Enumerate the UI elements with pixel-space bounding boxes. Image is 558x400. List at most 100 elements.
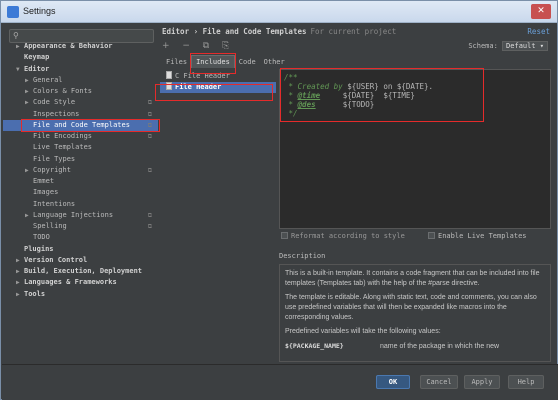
sidebar-item-label: Plugins [24, 244, 54, 253]
sidebar-item[interactable]: ▶ Colors & Fonts [3, 86, 158, 97]
tab-includes[interactable]: Includes [191, 55, 235, 68]
breadcrumb-text: Editor › File and Code Templates [162, 27, 307, 36]
template-editor[interactable]: /** * Created by ${USER} on ${DATE}. * @… [279, 69, 551, 229]
chevron-right-icon[interactable]: ▶ [16, 266, 24, 277]
template-item[interactable]: C File Header [160, 71, 276, 82]
sidebar-item-label: File and Code Templates [33, 120, 130, 129]
sidebar-item[interactable]: ▼ Editor [3, 64, 158, 75]
template-item[interactable]: File Header [160, 82, 276, 93]
file-icon [166, 82, 172, 90]
sidebar-item[interactable]: Live Templates [3, 142, 158, 153]
chevron-right-icon[interactable]: ▶ [25, 75, 33, 86]
sidebar-item[interactable]: Emmet [3, 176, 158, 187]
project-settings-icon: ⧉ [147, 166, 152, 174]
settings-sidebar: ⚲ ▶ Appearance & Behavior Keymap ▼ Editor ▶ Ge… [3, 24, 158, 364]
sidebar-item-label: Languages & Frameworks [24, 278, 117, 287]
sidebar-item[interactable]: TODO [3, 232, 158, 243]
tab-files[interactable]: Files [162, 56, 191, 69]
code-line: /** [280, 73, 550, 82]
search-icon: ⚲ [13, 31, 19, 40]
description-p2: The template is editable. Along with sta… [285, 294, 537, 321]
code-line: */ [280, 109, 550, 118]
sidebar-item[interactable]: Keymap [3, 52, 158, 63]
sidebar-item[interactable]: Intentions [3, 199, 158, 210]
cancel-button[interactable]: Cancel [420, 375, 458, 389]
sidebar-item[interactable]: ▶ Language Injections ⧉ [3, 210, 158, 221]
chevron-right-icon[interactable]: ▶ [16, 289, 24, 300]
sidebar-item[interactable]: ▶ Build, Execution, Deployment [3, 266, 158, 277]
sidebar-item[interactable]: File and Code Templates ⧉ [3, 119, 158, 131]
chevron-right-icon[interactable]: ▶ [16, 255, 24, 266]
sidebar-item[interactable]: Images [3, 187, 158, 198]
schema-value: Default [506, 42, 536, 50]
tab-code[interactable]: Code [235, 56, 260, 69]
sidebar-item[interactable]: Spelling ⧉ [3, 221, 158, 232]
sidebar-item[interactable]: Plugins [3, 244, 158, 255]
sidebar-item-label: Appearance & Behavior [24, 42, 113, 50]
sidebar-item[interactable]: ▶ Appearance & Behavior [3, 41, 158, 52]
app-icon [7, 6, 19, 18]
template-variable: ${TODO} [315, 100, 375, 109]
reformat-checkbox[interactable]: Reformat according to style [281, 232, 405, 240]
template-label: File Header [175, 83, 222, 91]
live-templates-checkbox[interactable]: Enable Live Templates [428, 232, 527, 240]
code-text: * [284, 91, 298, 100]
sidebar-item[interactable]: ▶ Version Control [3, 255, 158, 266]
schema-selector: Schema: Default ▾ [468, 41, 548, 51]
dialog-buttons: OK Cancel Apply Help [2, 364, 558, 400]
close-button[interactable]: ✕ [531, 4, 551, 19]
settings-window: Settings ✕ ⚲ ▶ Appearance & Behavior Keyma… [0, 0, 558, 400]
title-bar: Settings ✕ [1, 1, 557, 23]
chevron-right-icon[interactable]: ▶ [16, 277, 24, 288]
chevron-right-icon[interactable]: ▶ [25, 210, 33, 221]
breadcrumb: Editor › File and Code Templates For curr… [162, 27, 396, 36]
chevron-right-icon[interactable]: ▶ [16, 41, 24, 52]
file-icon [166, 71, 172, 79]
sidebar-item-label: File Types [33, 154, 76, 163]
template-tabs: Files Includes Code Other [162, 55, 289, 68]
reset-link[interactable]: Reset [527, 27, 550, 36]
sidebar-item-label: File Encodings [33, 132, 93, 140]
tab-other[interactable]: Other [260, 56, 289, 69]
template-variable: ${DATE} ${TIME} [320, 91, 415, 100]
ok-button[interactable]: OK [376, 375, 410, 389]
description-p3: Predefined variables will take the follo… [285, 328, 441, 335]
sidebar-item[interactable]: ▶ Copyright ⧉ [3, 165, 158, 176]
apply-button[interactable]: Apply [464, 375, 500, 389]
window-title: Settings [23, 6, 56, 16]
template-toolbar[interactable]: + − ⧉ ⎘ [162, 41, 234, 51]
sidebar-item[interactable]: Inspections ⧉ [3, 109, 158, 120]
template-options: Reformat according to style Enable Live … [281, 232, 527, 240]
variable-desc: name of the package in which the new [380, 343, 500, 350]
sidebar-item-label: Colors & Fonts [33, 87, 93, 95]
variable-row: ${PACKAGE_NAME} name of the package in wh… [285, 341, 545, 352]
chevron-right-icon[interactable]: ▶ [25, 86, 33, 97]
code-line: * @time ${DATE} ${TIME} [280, 91, 550, 100]
chevron-right-icon[interactable]: ▶ [25, 165, 33, 176]
live-templates-label: Enable Live Templates [438, 232, 527, 240]
sidebar-item[interactable]: ▶ General [3, 75, 158, 86]
sidebar-item[interactable]: File Encodings ⧉ [3, 131, 158, 142]
template-variable: ${USER} on ${DATE}. [347, 82, 434, 91]
sidebar-item[interactable]: ▶ Tools [3, 289, 158, 300]
code-text: /** [284, 73, 298, 82]
sidebar-item-label: Version Control [24, 255, 88, 264]
sidebar-item-label: Images [33, 188, 59, 197]
sidebar-item[interactable]: ▶ Code Style ⧉ [3, 97, 158, 108]
project-settings-icon: ⧉ [147, 211, 152, 219]
project-settings-icon: ⧉ [147, 99, 152, 107]
sidebar-item[interactable]: File Types [3, 154, 158, 165]
project-note: For current project [310, 27, 397, 36]
schema-dropdown[interactable]: Default ▾ [502, 41, 548, 51]
variable-name: ${PACKAGE_NAME} [285, 342, 344, 350]
help-button[interactable]: Help [508, 375, 544, 389]
sidebar-item[interactable]: ▶ Languages & Frameworks [3, 277, 158, 288]
code-text: */ [284, 109, 298, 118]
sidebar-item-label: Emmet [33, 177, 55, 185]
sidebar-item-label: TODO [33, 233, 50, 242]
reformat-label: Reformat according to style [291, 232, 405, 240]
sidebar-item-label: Tools [24, 289, 46, 298]
chevron-down-icon[interactable]: ▼ [16, 64, 24, 75]
code-text: * Created by [284, 82, 348, 91]
chevron-right-icon[interactable]: ▶ [25, 97, 33, 108]
